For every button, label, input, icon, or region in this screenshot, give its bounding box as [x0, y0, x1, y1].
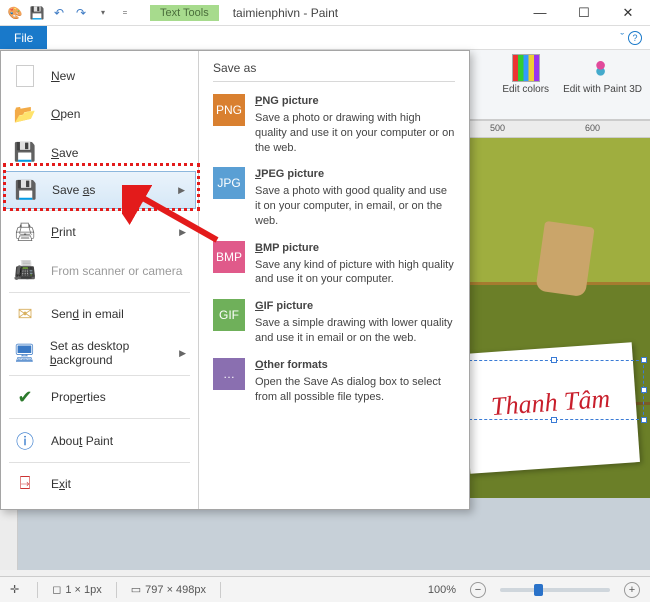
save-as-icon: 💾 [14, 178, 38, 202]
other-desc: Open the Save As dialog box to select fr… [255, 376, 441, 403]
gif-icon: GIF [213, 299, 245, 331]
submenu-arrow-icon: ▶ [178, 185, 185, 196]
file-menu: NNewew 📂 OpenOpen 💾 SaveSave 💾 Save asSa… [0, 50, 470, 510]
redo-icon[interactable]: ↷ [72, 4, 90, 22]
edit-colors-label: Edit colors [502, 84, 549, 95]
menu-open[interactable]: 📂 OpenOpen [1, 95, 198, 133]
menu-set-desktop[interactable]: 🖥 Set as desktop backgroundSet as deskto… [1, 333, 198, 373]
save-as-bmp[interactable]: BMP BMP pictureSave any kind of picture … [213, 235, 455, 294]
save-as-jpeg[interactable]: JPG JPEG pictureSave a photo with good q… [213, 161, 455, 234]
ribbon-help[interactable]: ˇ ? [620, 31, 650, 45]
other-formats-icon: … [213, 358, 245, 390]
menu-save-as[interactable]: 💾 Save asSave as ▶ [3, 171, 196, 209]
desktop-icon: 🖥 [13, 341, 36, 365]
menu-send-email[interactable]: ✉ Send in emailSend in email [1, 295, 198, 333]
menu-new[interactable]: NNewew [1, 57, 198, 95]
clothespin-graphic [535, 221, 594, 297]
cursor-position: ✛ [10, 583, 23, 596]
quick-access-toolbar: 🎨 💾 ↶ ↷ ▾ = [0, 4, 140, 22]
paste-icon[interactable]: 🎨 [6, 4, 24, 22]
qat-sep: = [116, 4, 134, 22]
status-bar: ✛ ◻ 1 × 1px ▭ 797 × 498px 100% − + [0, 576, 650, 602]
ribbon-tabs: File ˇ ? [0, 26, 650, 50]
exit-icon: ⍈ [13, 472, 37, 496]
minimize-button[interactable] [518, 0, 562, 26]
gif-desc: Save a simple drawing with lower quality… [255, 317, 452, 344]
new-icon [16, 65, 34, 87]
menu-properties[interactable]: ✔ PropertiesProperties [1, 378, 198, 416]
text-selection-box[interactable] [464, 360, 644, 420]
submenu-arrow-icon: ▶ [179, 227, 186, 238]
paint3d-icon [595, 54, 611, 82]
zoom-slider[interactable] [500, 588, 610, 592]
scanner-label: From scanner or camera [51, 264, 182, 278]
window-title: taimienphivn - Paint [233, 6, 338, 20]
zoom-thumb[interactable] [534, 584, 543, 596]
submenu-arrow-icon: ▶ [179, 348, 186, 359]
zoom-level: 100% [428, 584, 456, 596]
open-icon: 📂 [13, 102, 37, 126]
selection-size: ◻ 1 × 1px [52, 583, 102, 596]
ruler-tick: 500 [490, 123, 505, 133]
save-as-png[interactable]: PNG PNG pictureSave a photo or drawing w… [213, 88, 455, 161]
paint3d-label: Edit with Paint 3D [563, 84, 642, 95]
save-as-title: Save as [213, 61, 455, 82]
canvas-size: ▭ 797 × 498px [131, 583, 206, 596]
save-as-panel: Save as PNG PNG pictureSave a photo or d… [199, 51, 469, 509]
zoom-out-button[interactable]: − [470, 582, 486, 598]
bmp-desc: Save any kind of picture with high quali… [255, 259, 454, 286]
png-icon: PNG [213, 94, 245, 126]
save-icon[interactable]: 💾 [28, 4, 46, 22]
collapse-icon[interactable]: ˇ [620, 32, 624, 44]
menu-exit[interactable]: ⍈ ExitExit [1, 465, 198, 503]
file-menu-left: NNewew 📂 OpenOpen 💾 SaveSave 💾 Save asSa… [1, 51, 199, 509]
qat-dropdown-icon[interactable]: ▾ [94, 4, 112, 22]
save-icon: 💾 [13, 141, 37, 165]
paint3d-button[interactable]: Edit with Paint 3D [563, 54, 642, 115]
title-bar: 🎨 💾 ↶ ↷ ▾ = Text Tools taimienphivn - Pa… [0, 0, 650, 26]
palette-icon [512, 54, 540, 82]
save-as-gif[interactable]: GIF GIF pictureSave a simple drawing wit… [213, 293, 455, 352]
ribbon-content: Edit colors Edit with Paint 3D [470, 50, 650, 120]
text-tools-tab[interactable]: Text Tools [150, 5, 219, 21]
properties-icon: ✔ [13, 385, 37, 409]
undo-icon[interactable]: ↶ [50, 4, 68, 22]
maximize-button[interactable] [562, 0, 606, 26]
window-buttons [518, 0, 650, 26]
scanner-icon: 📠 [13, 259, 37, 283]
file-tab[interactable]: File [0, 26, 47, 49]
menu-save[interactable]: 💾 SaveSave [1, 134, 198, 172]
png-desc: Save a photo or drawing with high qualit… [255, 112, 454, 154]
menu-from-scanner: 📠 From scanner or camera [1, 252, 198, 290]
zoom-in-button[interactable]: + [624, 582, 640, 598]
close-button[interactable] [606, 0, 650, 26]
email-icon: ✉ [13, 302, 37, 326]
bmp-icon: BMP [213, 241, 245, 273]
menu-about[interactable]: ⓘ About PaintAbout Paint [1, 421, 198, 459]
edit-colors-button[interactable]: Edit colors [502, 54, 549, 115]
menu-print[interactable]: 🖨 PrintPrint ▶ [1, 213, 198, 251]
about-icon: ⓘ [13, 429, 37, 453]
jpeg-desc: Save a photo with good quality and use i… [255, 185, 447, 227]
jpeg-icon: JPG [213, 167, 245, 199]
ruler-tick: 600 [585, 123, 600, 133]
print-icon: 🖨 [13, 220, 37, 244]
save-as-other[interactable]: … Other formatsOpen the Save As dialog b… [213, 352, 455, 411]
help-icon[interactable]: ? [628, 31, 642, 45]
